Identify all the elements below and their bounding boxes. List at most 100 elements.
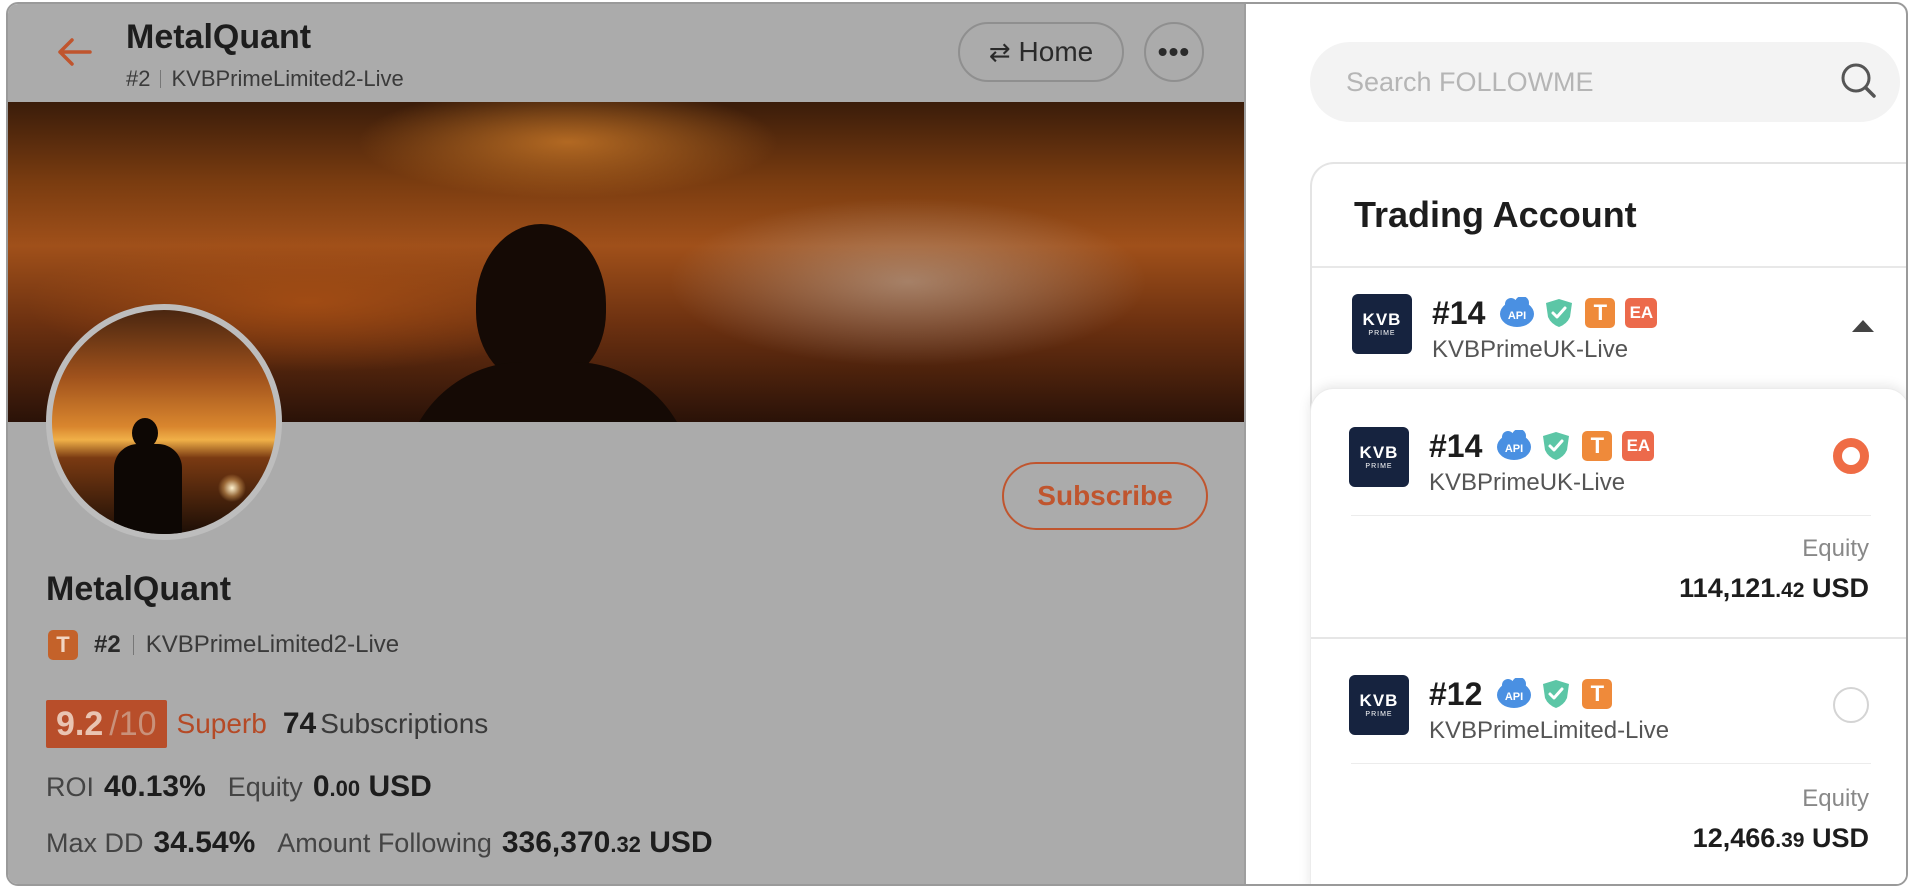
- equity-dec: .39: [1775, 829, 1805, 852]
- account-option[interactable]: KVB PRIME #12 API T KVBPrimeLimited-Live: [1349, 675, 1669, 745]
- account-option[interactable]: KVB PRIME #14 API T EA KVBPrimeUK-Live: [1349, 427, 1658, 497]
- caret-up-icon[interactable]: [1852, 320, 1874, 332]
- back-arrow-icon[interactable]: [54, 32, 94, 72]
- amount-following-label: Amount Following: [277, 828, 492, 858]
- equity-value: 0.00 USD: [313, 770, 432, 804]
- equity-value: 12,466.39 USD: [1693, 823, 1869, 854]
- avatar-silhouette-body: [114, 444, 182, 534]
- header-subtitle: #2 KVBPrimeLimited2-Live: [126, 66, 404, 92]
- profile-rank: #2: [94, 631, 121, 658]
- header-broker-account: KVBPrimeLimited2-Live: [171, 66, 404, 91]
- subscriptions-count: 74: [282, 707, 317, 740]
- max-dd-value: 34.54%: [153, 826, 256, 859]
- equity-label: Equity: [1802, 785, 1869, 812]
- page-title: MetalQuant: [126, 18, 312, 56]
- stats-row-dd-following: Max DD 34.54% Amount Following 336,370.3…: [46, 826, 735, 860]
- account-option-info: #14 API T EA KVBPrimeUK-Live: [1429, 427, 1658, 497]
- home-button[interactable]: ⇄ Home: [958, 22, 1124, 82]
- broker-logo-line1: KVB: [1362, 309, 1402, 329]
- account-option-info: #12 API T KVBPrimeLimited-Live: [1429, 675, 1669, 745]
- divider: [160, 70, 162, 88]
- following-dec: .32: [610, 832, 641, 857]
- svg-text:API: API: [1508, 310, 1526, 322]
- following-int: 336,370: [501, 826, 611, 859]
- app-window: MetalQuant #2 KVBPrimeLimited2-Live ⇄ Hom…: [6, 2, 1908, 886]
- equity-label: Equity: [227, 772, 303, 802]
- stats-row-roi-equity: ROI 40.13% Equity 0.00 USD: [46, 770, 454, 804]
- api-badge-icon: API: [1497, 430, 1532, 460]
- search-bar: [1310, 42, 1900, 122]
- divider: [132, 635, 134, 655]
- broker-logo: KVB PRIME: [1349, 427, 1409, 487]
- account-option-number: #12: [1429, 675, 1483, 712]
- subscriptions-label: Subscriptions: [320, 708, 489, 739]
- pane-gap: [1246, 4, 1266, 884]
- broker-logo-line1: KVB: [1359, 690, 1399, 710]
- score-value: 9.2: [56, 705, 104, 743]
- search-icon[interactable]: [1838, 60, 1878, 100]
- broker-logo: KVB PRIME: [1352, 294, 1412, 354]
- home-button-label: Home: [1018, 36, 1094, 67]
- radio-unselected[interactable]: [1833, 687, 1869, 723]
- account-option-number: #14: [1429, 427, 1483, 464]
- max-dd-label: Max DD: [46, 828, 144, 858]
- api-badge-icon: API: [1497, 678, 1532, 708]
- ea-badge: EA: [1625, 298, 1658, 328]
- roi-label: ROI: [46, 772, 95, 802]
- equity-int: 114,121: [1679, 573, 1776, 603]
- ea-badge: EA: [1622, 431, 1655, 461]
- selected-account-number: #14: [1432, 294, 1486, 331]
- swap-arrows-icon: ⇄: [988, 36, 1011, 67]
- selected-account-info: #14 API T EA KVBPrimeUK-Live: [1432, 294, 1661, 364]
- broker-logo-line2: PRIME: [1368, 329, 1396, 337]
- rating-row: 9.2 /10 Superb 74 Subscriptions: [46, 700, 488, 748]
- broker-logo-line2: PRIME: [1365, 710, 1393, 718]
- selected-account-server: KVBPrimeUK-Live: [1432, 336, 1629, 363]
- equity-unit: USD: [1811, 573, 1869, 603]
- equity-int: 0: [312, 770, 330, 803]
- account-option-server: KVBPrimeLimited-Live: [1429, 717, 1670, 744]
- profile-broker-account: KVBPrimeLimited2-Live: [145, 631, 400, 658]
- trader-badge: T: [1585, 298, 1616, 328]
- selected-account-header: #14 API T EA: [1432, 294, 1661, 332]
- radio-selected[interactable]: [1833, 438, 1869, 474]
- amount-following-value: 336,370.32 USD: [502, 826, 713, 860]
- score-badge: 9.2 /10: [46, 700, 167, 748]
- broker-logo-line1: KVB: [1359, 442, 1399, 462]
- score-max: /10: [109, 705, 157, 743]
- equity-label: Equity: [1802, 535, 1869, 562]
- divider: [1351, 515, 1871, 516]
- verified-shield-icon: [1546, 299, 1573, 327]
- broker-logo: KVB PRIME: [1349, 675, 1409, 735]
- divider: [1312, 266, 1906, 268]
- equity-dec: .42: [1775, 579, 1805, 602]
- avatar: [46, 304, 282, 540]
- more-options-button[interactable]: •••: [1144, 22, 1204, 82]
- api-badge-icon: API: [1500, 297, 1535, 327]
- account-option-server: KVBPrimeUK-Live: [1429, 469, 1626, 496]
- trading-account-title: Trading Account: [1354, 194, 1637, 235]
- equity-unit: USD: [1811, 823, 1869, 853]
- svg-text:API: API: [1505, 443, 1523, 455]
- account-option-header: #12 API T: [1429, 675, 1669, 713]
- header-rank: #2: [126, 66, 151, 91]
- svg-text:API: API: [1505, 691, 1523, 703]
- equity-unit: USD: [368, 770, 432, 803]
- profile-name: MetalQuant: [46, 570, 232, 608]
- broker-logo-line2: PRIME: [1365, 462, 1393, 470]
- following-unit: USD: [649, 826, 713, 859]
- trader-badge: T: [1582, 679, 1613, 709]
- subscribe-button[interactable]: Subscribe: [1002, 462, 1208, 530]
- equity-value: 114,121.42 USD: [1679, 573, 1869, 604]
- account-option-header: #14 API T EA: [1429, 427, 1658, 465]
- verified-shield-icon: [1543, 680, 1570, 708]
- banner-silhouette-body: [403, 362, 693, 422]
- account-selector[interactable]: KVB PRIME #14 API T EA KVBPrimeUK-Live: [1352, 294, 1661, 364]
- divider: [1311, 637, 1906, 639]
- more-dots-icon: •••: [1157, 36, 1191, 67]
- verified-shield-icon: [1543, 432, 1570, 460]
- profile-panel: MetalQuant #2 KVBPrimeLimited2-Live ⇄ Hom…: [8, 4, 1244, 884]
- equity-dec: .00: [329, 776, 361, 801]
- search-input[interactable]: [1346, 42, 1826, 122]
- divider: [1351, 763, 1871, 764]
